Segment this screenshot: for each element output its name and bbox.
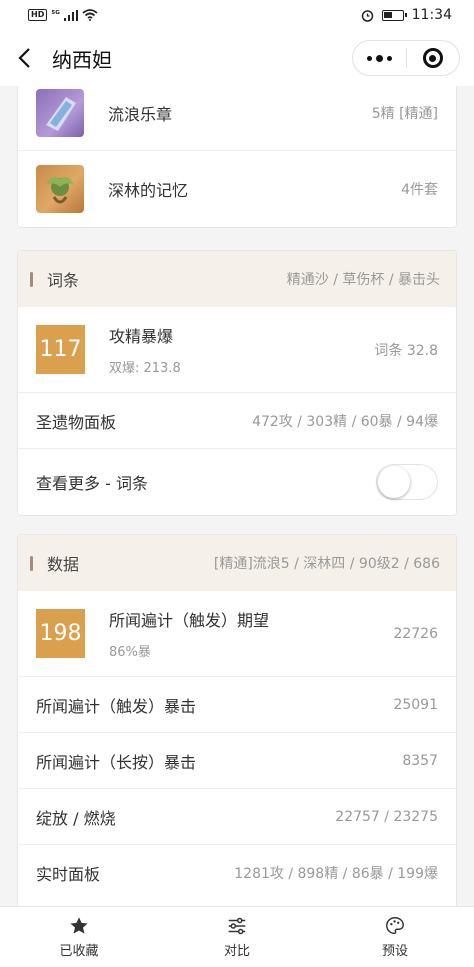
show-more-toggle[interactable]	[376, 464, 438, 500]
stat-row: 绽放 / 燃烧 22757 / 23275	[18, 789, 456, 845]
score-title: 所闻遍计（触发）期望	[109, 611, 270, 630]
status-bar: HD ⁵ᴳ 11:34	[0, 0, 474, 30]
hd-icon: HD	[28, 9, 48, 21]
stat-label: 所闻遍计（长按）暴击	[36, 752, 197, 772]
item-detail: 5精 [精通]	[371, 105, 438, 122]
toggle-label: 查看更多 - 词条	[36, 474, 148, 493]
card-summary: 精通沙 / 草伤杯 / 暴击头	[286, 272, 440, 288]
card-summary: [精通]流浪5 / 深林四 / 90级2 / 686	[213, 556, 440, 572]
dot-icon	[366, 55, 372, 61]
palette-icon	[386, 917, 404, 935]
data-card: 数据 [精通]流浪5 / 深林四 / 90级2 / 686 198 所闻遍计（触…	[17, 534, 457, 906]
dot-icon	[386, 55, 392, 61]
star-icon	[70, 917, 88, 934]
target-icon	[422, 48, 443, 68]
close-button[interactable]	[407, 41, 460, 75]
item-detail: 4件套	[401, 182, 438, 198]
more-button[interactable]	[353, 41, 406, 75]
scroll-content[interactable]: 流浪乐章 5精 [精通] 深林的记忆 4件套 词条 精通沙 / 草伤杯 / 暴击…	[0, 86, 474, 906]
tab-label: 预设	[381, 944, 408, 959]
header-accent-bar	[30, 271, 33, 287]
artifact-image	[36, 165, 84, 213]
score-detail: 22726	[393, 625, 438, 642]
chevron-left-icon	[18, 48, 30, 68]
tab-bar: 已收藏 对比 预设	[0, 906, 474, 967]
score-subtitle: 双爆: 213.8	[109, 361, 181, 376]
score-row: 117 攻精暴爆 双爆: 213.8 词条 32.8	[18, 307, 456, 393]
score-detail: 词条 32.8	[374, 342, 438, 359]
stat-value: 1281攻 / 898精 / 86暴 / 199爆	[234, 866, 438, 882]
list-item[interactable]: 流浪乐章 5精 [精通]	[18, 86, 456, 151]
score-badge: 117	[36, 325, 85, 374]
list-item[interactable]: 深林的记忆 4件套	[18, 151, 456, 227]
card-header: 词条 精通沙 / 草伤杯 / 暴击头	[18, 251, 456, 307]
toggle-knob	[378, 466, 410, 498]
stat-row: 所闻遍计（长按）暴击 8357	[18, 733, 456, 789]
tab-favorites[interactable]: 已收藏	[0, 907, 158, 967]
network-5g-icon: ⁵ᴳ	[51, 10, 60, 20]
signal-icon	[63, 9, 78, 21]
equipment-card: 流浪乐章 5精 [精通] 深林的记忆 4件套	[17, 86, 457, 228]
weapon-image	[36, 88, 84, 137]
score-subtitle: 86%暴	[109, 645, 151, 660]
score-badge: 198	[36, 609, 85, 658]
toggle-row: 查看更多 - 词条	[18, 449, 456, 515]
score-title: 攻精暴爆	[109, 327, 174, 346]
back-button[interactable]	[0, 30, 50, 86]
stat-label: 绽放 / 燃烧	[36, 808, 116, 828]
tab-presets[interactable]: 预设	[316, 907, 474, 967]
substats-card: 词条 精通沙 / 草伤杯 / 暴击头 117 攻精暴爆 双爆: 213.8 词条…	[17, 250, 457, 516]
item-name: 深林的记忆	[108, 181, 189, 200]
sliders-icon	[228, 917, 246, 935]
wifi-icon	[82, 9, 98, 21]
stat-label: 实时面板	[36, 865, 101, 884]
signal-indicators: HD ⁵ᴳ	[28, 9, 98, 21]
status-time: 11:34	[411, 7, 452, 23]
page-title: 纳西妲	[52, 47, 112, 72]
stat-label: 圣遗物面板	[36, 412, 117, 432]
mini-program-capsule	[352, 40, 460, 76]
tab-label: 对比	[223, 944, 250, 959]
stat-label: 所闻遍计（触发）暴击	[36, 696, 197, 716]
header-accent-bar	[30, 555, 33, 571]
stat-row: 所闻遍计（触发）暴击 25091	[18, 677, 456, 733]
item-name: 流浪乐章	[108, 104, 173, 124]
stat-value: 472攻 / 303精 / 60暴 / 94爆	[252, 413, 438, 430]
alarm-icon	[361, 9, 373, 22]
dot-icon	[375, 54, 383, 62]
card-header: 数据 [精通]流浪5 / 深林四 / 90级2 / 686	[18, 535, 456, 591]
tab-compare[interactable]: 对比	[158, 907, 316, 967]
card-title: 词条	[47, 271, 80, 290]
stat-value: 8357	[402, 752, 438, 769]
card-title: 数据	[47, 555, 80, 574]
stat-value: 22757 / 23275	[335, 808, 438, 825]
stat-row: 实时面板 1281攻 / 898精 / 86暴 / 199爆	[18, 845, 456, 901]
nav-bar: 纳西妲	[0, 30, 474, 86]
tab-label: 已收藏	[59, 944, 99, 959]
stat-value: 25091	[393, 696, 438, 713]
battery-icon	[381, 9, 407, 21]
stat-row: 圣遗物面板 472攻 / 303精 / 60暴 / 94爆	[18, 393, 456, 449]
score-row: 198 所闻遍计（触发）期望 86%暴 22726	[18, 591, 456, 677]
